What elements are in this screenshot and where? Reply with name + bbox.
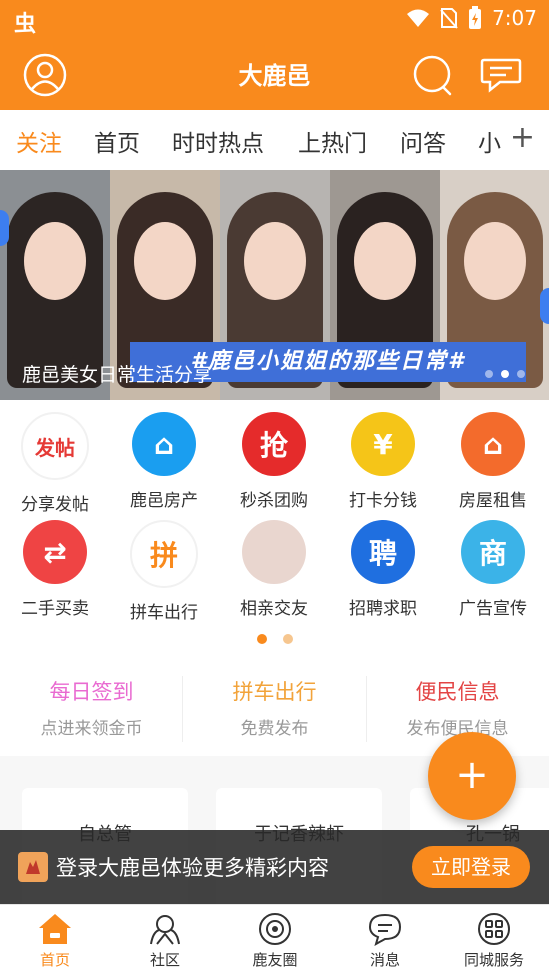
chat-icon[interactable] <box>478 52 524 98</box>
service-label: 相亲交友 <box>240 599 308 619</box>
banner-carousel[interactable]: #鹿邑小姐姐的那些日常# 鹿邑美女日常生活分享 <box>0 170 549 400</box>
banner-next-handle[interactable] <box>540 288 549 324</box>
nav-services[interactable]: 同城服务 <box>439 911 549 970</box>
flash-sale-icon: 抢 <box>242 412 306 476</box>
ad-icon: 商 <box>461 520 525 584</box>
recruit-icon: 聘 <box>351 520 415 584</box>
status-bar: 虫 7:07 <box>0 0 549 38</box>
add-tab-button[interactable]: + <box>510 120 535 155</box>
convenience-info-entry[interactable]: 便民信息 发布便民信息 <box>366 676 549 739</box>
service-label: 鹿邑房产 <box>130 491 198 511</box>
community-icon <box>150 915 180 945</box>
status-icons: 7:07 <box>406 6 537 30</box>
page-title: 大鹿邑 <box>238 62 311 90</box>
nav-label: 首页 <box>39 951 70 969</box>
service-label: 分享发帖 <box>21 495 89 515</box>
login-prompt-bar: 登录大鹿邑体验更多精彩内容 立即登录 <box>0 830 549 904</box>
service-label: 广告宣传 <box>459 599 527 619</box>
tab-home[interactable]: 首页 <box>94 124 140 158</box>
house-rent-icon: ⌂ <box>461 412 525 476</box>
daily-checkin-title: 每日签到 <box>49 680 134 704</box>
bottom-navigation: 首页 社区 鹿友圈 消息 同城服务 <box>0 904 549 977</box>
nav-home[interactable]: 首页 <box>0 911 110 970</box>
service-item[interactable]: ⌂ 鹿邑房产 <box>114 412 214 511</box>
nav-community[interactable]: 社区 <box>110 911 220 970</box>
service-label: 秒杀团购 <box>240 491 308 511</box>
service-item[interactable]: 商广告宣传 <box>443 520 543 619</box>
carpool-icon: 拼 <box>130 520 198 588</box>
banner-caption: 鹿邑美女日常生活分享 <box>22 364 213 386</box>
convenience-info-title: 便民信息 <box>415 680 500 704</box>
battery-icon <box>469 6 482 29</box>
service-label: 拼车出行 <box>130 603 198 623</box>
service-label: 招聘求职 <box>349 599 417 619</box>
create-post-fab[interactable]: + <box>428 732 516 820</box>
tab-trending[interactable]: 上热门 <box>298 124 367 158</box>
carpool-entry[interactable]: 拼车出行 免费发布 <box>183 676 366 739</box>
service-label: 打卡分钱 <box>349 491 417 511</box>
dating-avatar-icon <box>242 520 306 584</box>
post-icon: 发帖 <box>21 412 89 480</box>
service-item[interactable]: ⇄ 二手买卖 <box>5 520 105 619</box>
carpool-subtitle: 免费发布 <box>240 719 309 739</box>
app-logo-icon <box>18 852 48 882</box>
tab-follow[interactable]: 关注 <box>16 124 62 158</box>
service-item[interactable]: ⌂ 房屋租售 <box>443 412 543 511</box>
service-item[interactable]: 拼拼车出行 <box>114 520 214 623</box>
services-icon <box>478 913 510 945</box>
carpool-title: 拼车出行 <box>232 680 317 704</box>
tab-hot[interactable]: 时时热点 <box>172 124 264 158</box>
nav-messages[interactable]: 消息 <box>330 911 440 970</box>
service-label: 二手买卖 <box>21 599 89 619</box>
daily-checkin-entry[interactable]: 每日签到 点进来领金币 <box>0 676 183 739</box>
app-notification-icon: 虫 <box>14 12 37 37</box>
nav-label: 消息 <box>369 951 400 969</box>
grid-page-indicator <box>0 634 549 644</box>
wifi-icon <box>407 9 430 27</box>
daily-checkin-subtitle: 点进来领金币 <box>40 719 143 739</box>
login-button[interactable]: 立即登录 <box>412 846 530 888</box>
search-icon[interactable] <box>410 52 456 98</box>
nav-circle[interactable]: 鹿友圈 <box>220 911 330 970</box>
nav-label: 同城服务 <box>463 951 524 969</box>
nav-label: 社区 <box>149 951 180 969</box>
no-sim-icon <box>440 8 458 29</box>
service-item[interactable]: 抢秒杀团购 <box>224 412 324 511</box>
banner-indicator <box>485 370 525 378</box>
tab-qa[interactable]: 问答 <box>400 124 446 158</box>
app-bar: 大鹿邑 <box>0 38 549 110</box>
service-item[interactable]: 相亲交友 <box>224 520 324 619</box>
tab-more-partial[interactable]: 小 <box>478 124 501 158</box>
shopping-basket-icon: ⇄ <box>23 520 87 584</box>
login-prompt-text: 登录大鹿邑体验更多精彩内容 <box>56 856 329 880</box>
nav-label: 鹿友圈 <box>252 951 298 969</box>
coins-icon: ¥ <box>351 412 415 476</box>
circle-icon <box>259 913 291 945</box>
clock: 7:07 <box>492 6 537 30</box>
service-label: 房屋租售 <box>459 491 527 511</box>
house-icon: ⌂ <box>132 412 196 476</box>
service-item[interactable]: ¥ 打卡分钱 <box>333 412 433 511</box>
message-icon <box>368 913 402 946</box>
service-item[interactable]: 发帖 分享发帖 <box>5 412 105 515</box>
banner-prev-handle[interactable] <box>0 210 9 246</box>
home-icon <box>39 914 71 944</box>
service-item[interactable]: 聘招聘求职 <box>333 520 433 619</box>
category-tabs: 关注 首页 时时热点 上热门 问答 小 + <box>0 110 549 170</box>
